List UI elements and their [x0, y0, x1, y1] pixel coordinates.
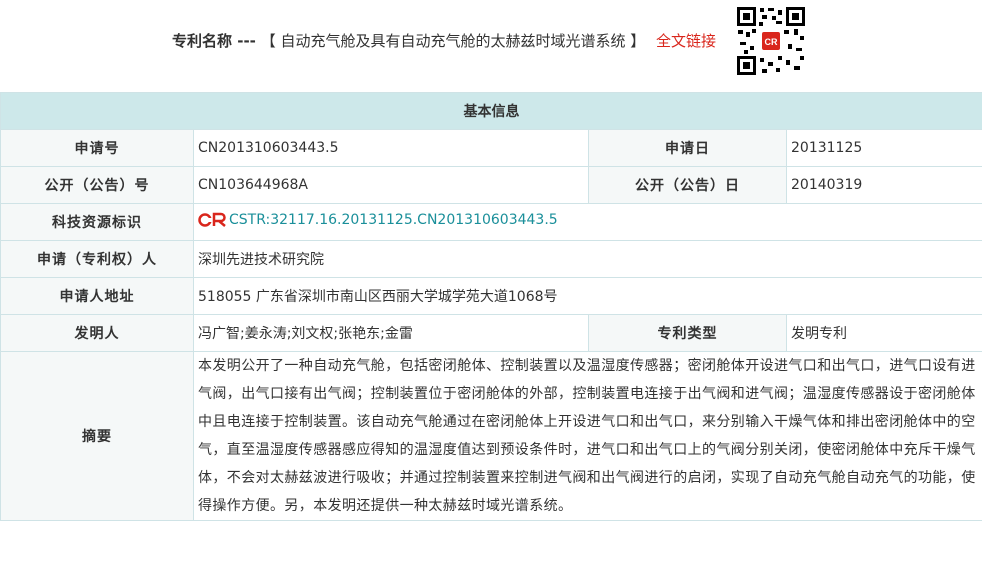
table-row: 发明人 冯广智;姜永涛;刘文权;张艳东;金雷 专利类型 发明专利 [0, 314, 982, 352]
qr-badge-text: CR [765, 37, 778, 47]
pub-date-value: 20140319 [786, 166, 982, 204]
table-row: 申请号 CN201310603443.5 申请日 20131125 [0, 129, 982, 167]
table-row: 摘要 本发明公开了一种自动充气舱，包括密闭舱体、控制装置以及温湿度传感器；密闭舱… [0, 351, 982, 521]
address-label: 申请人地址 [0, 277, 194, 315]
app-no-label: 申请号 [0, 129, 194, 167]
patent-title-line: 专利名称 --- 【 自动充气舱及具有自动充气舱的太赫兹时域光谱系统 】 全文链… [172, 31, 716, 51]
page-header: 专利名称 --- 【 自动充气舱及具有自动充气舱的太赫兹时域光谱系统 】 全文链… [0, 0, 982, 92]
patent-title-label: 专利名称 --- [172, 32, 256, 50]
pub-date-label: 公开（公告）日 [588, 166, 787, 204]
table-row: 公开（公告）号 CN103644968A 公开（公告）日 20140319 [0, 166, 982, 204]
patent-type-value: 发明专利 [786, 314, 982, 352]
cstr-link[interactable]: CSTR:32117.16.20131125.CN201310603443.5 [198, 212, 558, 228]
table-row: 申请（专利权）人 深圳先进技术研究院 [0, 240, 982, 278]
section-header-row: 基本信息 [0, 92, 982, 130]
section-title: 基本信息 [0, 92, 982, 130]
patent-type-label: 专利类型 [588, 314, 787, 352]
app-date-value: 20131125 [786, 129, 982, 167]
app-no-value: CN201310603443.5 [193, 129, 589, 167]
pub-no-label: 公开（公告）号 [0, 166, 194, 204]
cstr-cell: CSTR:32117.16.20131125.CN201310603443.5 [193, 203, 982, 241]
applicant-value: 深圳先进技术研究院 [193, 240, 982, 278]
pub-no-value: CN103644968A [193, 166, 589, 204]
cstr-logo-icon [198, 212, 226, 227]
app-date-label: 申请日 [588, 129, 787, 167]
inventor-value: 冯广智;姜永涛;刘文权;张艳东;金雷 [193, 314, 589, 352]
address-value: 518055 广东省深圳市南山区西丽大学城学苑大道1068号 [193, 277, 982, 315]
inventor-label: 发明人 [0, 314, 194, 352]
patent-info-table: 基本信息 申请号 CN201310603443.5 申请日 20131125 公… [0, 92, 982, 521]
table-row: 科技资源标识 CSTR:32117.16.20131125.CN20131060… [0, 203, 982, 241]
abstract-text: 本发明公开了一种自动充气舱，包括密闭舱体、控制装置以及温湿度传感器；密闭舱体开设… [193, 351, 982, 521]
patent-title: 【 自动充气舱及具有自动充气舱的太赫兹时域光谱系统 】 [260, 32, 646, 50]
cstr-label: 科技资源标识 [0, 203, 194, 241]
table-row: 申请人地址 518055 广东省深圳市南山区西丽大学城学苑大道1068号 [0, 277, 982, 315]
applicant-label: 申请（专利权）人 [0, 240, 194, 278]
abstract-label: 摘要 [0, 351, 194, 521]
fulltext-link[interactable]: 全文链接 [656, 32, 716, 50]
qr-code-icon[interactable]: CR [736, 6, 806, 76]
cstr-value: CSTR:32117.16.20131125.CN201310603443.5 [229, 212, 558, 228]
